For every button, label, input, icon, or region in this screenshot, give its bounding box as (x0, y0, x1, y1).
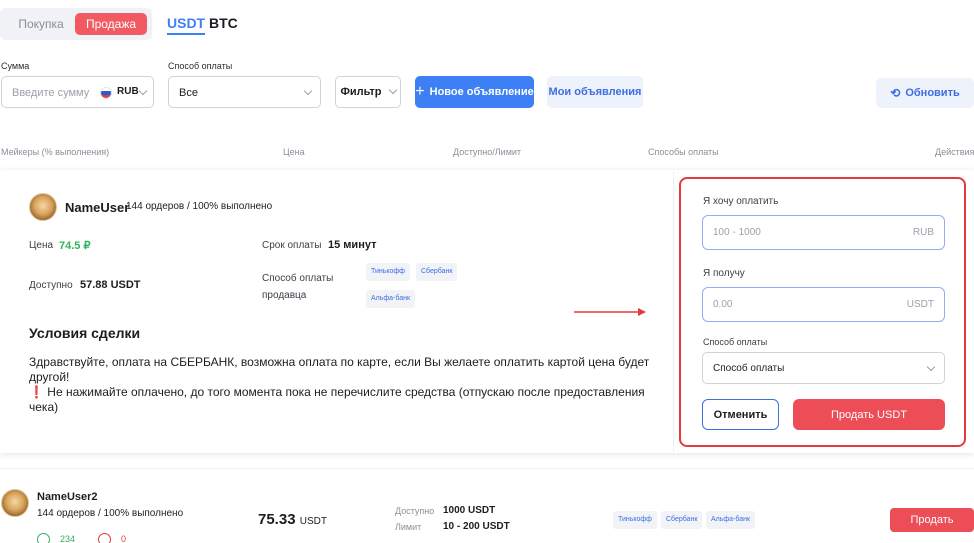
amount-input[interactable]: Введите сумму RUB (1, 76, 154, 108)
likes-count: 234 (60, 534, 76, 543)
pay-label: Я хочу оплатить (703, 196, 779, 207)
tab-sell[interactable]: Продажа (75, 13, 147, 35)
username[interactable]: NameUser2 (37, 491, 98, 503)
exclamation-icon: ❗ (29, 385, 44, 399)
payment-method-select[interactable]: Все (168, 76, 321, 108)
divider (673, 172, 674, 452)
arrow-right-icon (574, 308, 646, 316)
conditions-line-1: Здравствуйте, оплата на СБЕРБАНК, возмож… (29, 355, 650, 384)
dislikes-count: 0 (121, 534, 127, 543)
cancel-button[interactable]: Отменить (702, 399, 779, 430)
method-chip: Альфа-банк (706, 511, 756, 529)
coin-tab-usdt[interactable]: USDT (167, 15, 206, 35)
amount-label: Сумма (1, 61, 30, 71)
method-label: Способ оплаты (703, 337, 768, 347)
col-methods: Способы оплаты (648, 147, 719, 157)
form-method-placeholder: Способ оплаты (713, 363, 785, 374)
form-payment-method-select[interactable]: Способ оплаты (702, 352, 945, 384)
amount-placeholder: Введите сумму (12, 87, 90, 99)
pay-currency: RUB (912, 227, 934, 238)
filter-button-label: Фильтр (340, 86, 382, 98)
row-price-unit: USDT (299, 516, 327, 527)
receive-amount-input[interactable]: 0.00 USDT (702, 287, 945, 322)
pay-amount-input[interactable]: 100 - 1000 RUB (702, 215, 945, 250)
method-chip: Тинькофф (366, 263, 410, 281)
row-price-value: 75.33 (258, 511, 296, 528)
row-price: 75.33 USDT (258, 511, 327, 528)
col-price: Цена (283, 147, 305, 157)
refresh-label: Обновить (905, 87, 960, 99)
username[interactable]: NameUser (65, 200, 129, 215)
trade-type-toggle: Покупка Продажа (0, 8, 152, 40)
seller-methods-label: Способ оплаты продавца (262, 273, 334, 301)
method-chip: Тинькофф (613, 511, 657, 529)
price-value: 74.5 ₽ (59, 240, 91, 252)
conditions-line-2: Не нажимайте оплачено, до того момента п… (29, 385, 645, 414)
receive-placeholder: 0.00 (713, 299, 733, 310)
refresh-button[interactable]: ⟲ Обновить (876, 78, 974, 108)
new-ad-button[interactable]: + Новое объявление (415, 76, 534, 108)
conditions-text: Здравствуйте, оплата на СБЕРБАНК, возмож… (29, 355, 669, 415)
refresh-icon: ⟲ (890, 86, 901, 100)
user-stats: 144 ордеров / 100% выполнено (37, 508, 184, 519)
row-limit-value: 10 - 200 USDT (443, 521, 510, 532)
chevron-down-icon (388, 85, 397, 95)
receive-label: Я получу (703, 268, 745, 279)
my-ads-button[interactable]: Мои объявления (547, 76, 643, 108)
pay-placeholder: 100 - 1000 (713, 227, 761, 238)
chevron-down-icon (926, 362, 936, 372)
col-makers: Мейкеры (% выполнения) (1, 147, 110, 157)
tab-buy[interactable]: Покупка (10, 14, 72, 34)
price-label: Цена (29, 240, 54, 251)
row-limit-label: Лимит (395, 522, 422, 532)
conditions-title: Условия сделки (29, 325, 141, 341)
col-actions: Действия (935, 147, 974, 157)
available-value: 57.88 USDT (80, 279, 141, 291)
coin-tab-btc[interactable]: BTC (209, 15, 238, 31)
chevron-down-icon (138, 86, 148, 96)
term-label: Срок оплаты (262, 240, 322, 251)
user-stats: 144 ордеров / 100% выполнено (126, 201, 273, 212)
payment-method-value: Все (179, 87, 198, 99)
plus-icon: + (415, 83, 425, 100)
available-label: Доступно (29, 280, 73, 291)
currency-select[interactable]: RUB (117, 86, 139, 97)
avatar (29, 193, 57, 221)
avatar (1, 489, 29, 517)
new-ad-label: Новое объявление (429, 86, 534, 98)
col-available: Доступно/Лимит (453, 147, 522, 157)
term-value: 15 минут (328, 239, 377, 251)
russia-flag-icon (100, 87, 112, 99)
row-available-label: Доступно (395, 506, 435, 516)
chevron-down-icon (303, 86, 313, 96)
filter-button[interactable]: Фильтр (335, 76, 401, 108)
thumbs-up-icon (37, 533, 50, 543)
sell-button[interactable]: Продать (890, 508, 974, 532)
receive-currency: USDT (906, 299, 934, 310)
thumbs-down-icon (98, 533, 111, 543)
sell-usdt-button[interactable]: Продать USDT (793, 399, 945, 430)
method-chip: Сбербанк (661, 511, 703, 529)
payment-method-label: Способ оплаты (168, 61, 233, 71)
row-available-value: 1000 USDT (443, 505, 496, 516)
method-chip: Альфа-банк (366, 290, 416, 308)
method-chip: Сбербанк (416, 263, 458, 281)
